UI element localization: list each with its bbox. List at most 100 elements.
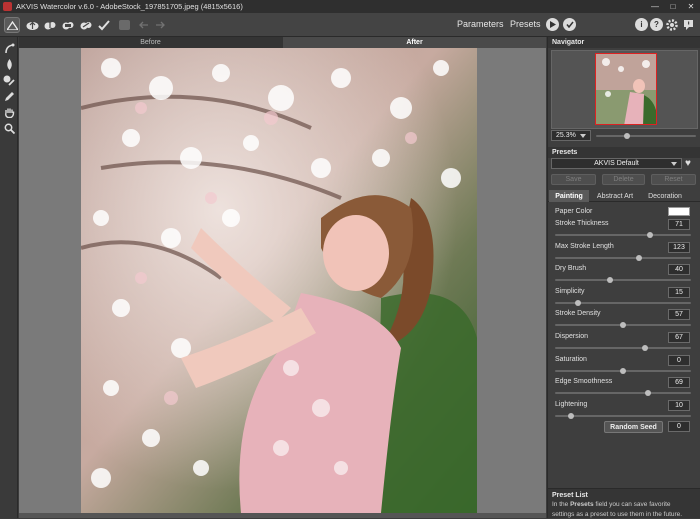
simplicity-label: Simplicity (555, 287, 585, 295)
arrow-left-icon (139, 21, 148, 29)
brush-mix-icon (3, 75, 15, 86)
dispersion-slider[interactable] (555, 345, 691, 351)
simplicity-value[interactable]: 15 (668, 286, 690, 298)
preset-list-help: Preset List In the Presets field you can… (548, 488, 700, 518)
settings-button[interactable] (664, 17, 680, 33)
preset-delete-button[interactable]: Delete (602, 174, 645, 185)
stroke-density-value[interactable]: 57 (668, 309, 690, 321)
direction-tool[interactable] (2, 41, 16, 55)
max-stroke-length-value[interactable]: 123 (668, 241, 690, 253)
preset-list-title: Preset List (552, 492, 588, 499)
title-bar: AKVIS Watercolor v.6.0 - AdobeStock_1978… (0, 0, 700, 13)
pencil-tool[interactable] (2, 89, 16, 103)
zoom-level: 25.3% (556, 132, 576, 139)
stroke-thickness-slider[interactable] (555, 232, 691, 238)
tab-abstract-art[interactable]: Abstract Art (590, 190, 640, 202)
edge-smoothness-value[interactable]: 69 (668, 377, 690, 389)
apply-button[interactable] (563, 18, 576, 31)
minimize-icon[interactable]: — (646, 0, 664, 13)
drop-icon (6, 58, 12, 70)
undo-all-icon (118, 20, 130, 30)
preset-save-button[interactable]: Save (551, 174, 596, 185)
dispersion-label: Dispersion (555, 333, 589, 340)
edge-smoothness-slider[interactable] (555, 390, 691, 397)
notifications-button[interactable] (680, 17, 696, 33)
watercolor-result-image (81, 48, 477, 513)
parameter-tabs: Painting Abstract Art Decoration (548, 190, 700, 202)
open-button[interactable] (24, 17, 40, 33)
play-icon (550, 21, 556, 28)
tab-decoration[interactable]: Decoration (642, 190, 688, 202)
info-button[interactable]: i (635, 18, 648, 31)
saturation-slider[interactable] (555, 367, 691, 374)
speech-bubble-icon (683, 20, 693, 30)
magnifier-icon (4, 123, 15, 134)
tab-before[interactable]: Before (19, 37, 282, 48)
undo-button[interactable] (136, 17, 152, 33)
share-button[interactable] (78, 17, 94, 33)
navigator-view[interactable] (551, 50, 698, 129)
gear-icon (666, 19, 678, 31)
stroke-thickness-slider-thumb[interactable] (647, 232, 653, 238)
save-icon (44, 21, 56, 29)
eraser-mix-tool[interactable] (2, 73, 16, 87)
run-button[interactable] (546, 18, 559, 31)
horizontal-scrollbar[interactable] (19, 513, 546, 518)
paper-color-swatch[interactable] (668, 207, 690, 216)
tab-after[interactable]: After (283, 37, 546, 48)
max-stroke-length-slider[interactable] (555, 254, 691, 261)
print-icon (62, 21, 74, 29)
stroke-thickness-value[interactable]: 71 (668, 219, 690, 230)
navigator-thumbnail[interactable] (595, 53, 657, 125)
print-button[interactable] (60, 17, 76, 33)
tab-painting[interactable]: Painting (549, 190, 589, 202)
stroke-density-slider-thumb[interactable] (620, 322, 626, 329)
simplicity-slider-thumb[interactable] (575, 299, 581, 306)
lightening-value[interactable]: 10 (668, 399, 690, 411)
navigator-header: Navigator (548, 37, 700, 48)
lightening-slider[interactable] (555, 412, 691, 419)
max-stroke-length-slider-thumb[interactable] (636, 254, 642, 261)
presets-link[interactable]: Presets (510, 19, 541, 29)
random-seed-value[interactable]: 0 (668, 421, 690, 432)
edge-smoothness-slider-thumb[interactable] (645, 390, 651, 397)
simplicity-slider[interactable] (555, 299, 691, 306)
brush-direction-icon (4, 43, 14, 53)
chevron-down-icon (579, 133, 586, 138)
dispersion-slider-thumb[interactable] (642, 345, 648, 351)
saturation-slider-thumb[interactable] (620, 367, 626, 374)
zoom-slider-thumb[interactable] (624, 133, 630, 139)
dry-brush-slider-thumb[interactable] (607, 277, 613, 284)
dry-brush-label: Dry Brush (555, 265, 587, 273)
preset-select[interactable]: AKVIS Default (551, 158, 682, 169)
zoom-level-select[interactable]: 25.3% (551, 130, 591, 141)
zoom-tool[interactable] (2, 121, 16, 135)
dry-brush-slider[interactable] (555, 277, 691, 284)
redo-button[interactable] (152, 17, 168, 33)
save-button[interactable] (42, 17, 58, 33)
batch-button[interactable] (96, 17, 112, 33)
dispersion-value[interactable]: 67 (668, 332, 690, 343)
drop-tool[interactable] (2, 57, 16, 71)
preset-list-text: In the Presets field you can save favori… (552, 501, 671, 508)
presets-header: Presets (548, 147, 700, 158)
zoom-slider[interactable] (596, 133, 696, 139)
saturation-value[interactable]: 0 (668, 354, 690, 366)
home-button[interactable] (4, 17, 20, 33)
preset-reset-button[interactable]: Reset (651, 174, 696, 185)
close-icon[interactable]: ✕ (682, 0, 700, 13)
open-cloud-icon (26, 21, 38, 30)
view-tabs: Before After (19, 37, 546, 48)
stroke-density-slider[interactable] (555, 322, 691, 329)
hand-tool[interactable] (2, 105, 16, 119)
help-button[interactable]: ? (650, 18, 663, 31)
undo-all-button[interactable] (116, 17, 132, 33)
image-canvas[interactable] (19, 48, 546, 513)
parameters-link[interactable]: Parameters (457, 19, 504, 29)
favorite-heart-icon[interactable]: ♥ (685, 158, 691, 169)
lightening-slider-thumb[interactable] (568, 412, 574, 419)
edge-smoothness-label: Edge Smoothness (555, 378, 613, 386)
random-seed-button[interactable]: Random Seed (604, 421, 663, 433)
dry-brush-value[interactable]: 40 (668, 264, 690, 276)
maximize-icon[interactable]: □ (664, 0, 682, 13)
